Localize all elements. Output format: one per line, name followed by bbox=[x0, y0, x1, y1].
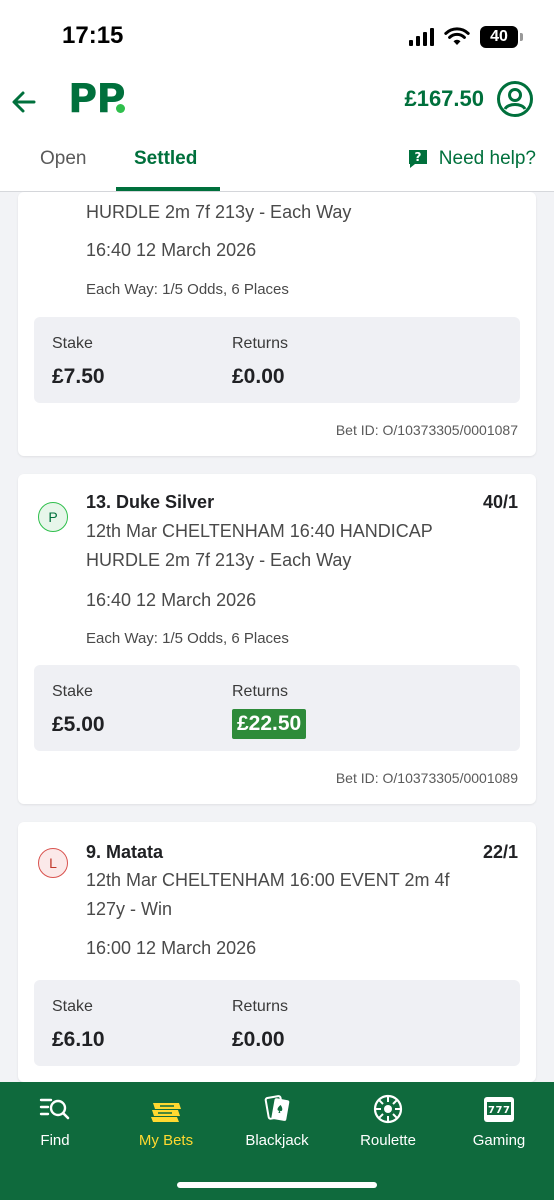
bet-card[interactable]: HURDLE 2m 7f 213y - Each Way 16:40 12 Ma… bbox=[18, 192, 536, 456]
nav-roulette-label: Roulette bbox=[360, 1132, 416, 1149]
nav-gaming[interactable]: 7 7 7 Gaming bbox=[444, 1094, 554, 1149]
nav-my-bets[interactable]: My Bets bbox=[111, 1094, 221, 1149]
event-time: 16:40 12 March 2026 bbox=[86, 240, 257, 260]
nav-blackjack[interactable]: Blackjack bbox=[222, 1094, 332, 1149]
status-time: 17:15 bbox=[62, 22, 124, 49]
stake-value: £7.50 bbox=[52, 365, 105, 388]
bet-summary: Stake £6.10 Returns £0.00 bbox=[34, 980, 520, 1066]
returns-label: Returns bbox=[232, 998, 289, 1015]
returns-label: Returns bbox=[232, 683, 289, 700]
nav-find[interactable]: Find bbox=[0, 1094, 110, 1149]
nav-my-bets-label: My Bets bbox=[138, 1132, 194, 1149]
returns-value-winning: £22.50 bbox=[232, 709, 307, 739]
bet-id: Bet ID: O/10373305/0001089 bbox=[335, 770, 518, 786]
each-way-terms: Each Way: 1/5 Odds, 6 Places bbox=[86, 630, 289, 647]
svg-text:7: 7 bbox=[503, 1105, 510, 1116]
nav-gaming-label: Gaming bbox=[472, 1132, 526, 1149]
svg-text:7: 7 bbox=[496, 1105, 503, 1116]
battery-icon: 40 bbox=[480, 26, 523, 48]
bet-market-line-2: 127y - Win bbox=[86, 899, 173, 919]
lost-badge: L bbox=[38, 848, 68, 878]
stake-label: Stake bbox=[52, 998, 93, 1015]
app-header: PP £167.50 bbox=[0, 72, 554, 132]
nav-blackjack-label: Blackjack bbox=[245, 1132, 309, 1149]
nav-roulette[interactable]: Roulette bbox=[333, 1094, 443, 1149]
bet-card[interactable]: P 13. Duke Silver 40/1 12th Mar CHELTENH… bbox=[18, 474, 536, 804]
bet-slips-icon bbox=[151, 1103, 181, 1122]
status-icons: 40 bbox=[409, 24, 523, 50]
tab-open[interactable]: Open bbox=[40, 148, 86, 170]
bet-id: Bet ID: O/10373305/0001087 bbox=[335, 422, 518, 438]
active-tab-indicator bbox=[116, 187, 220, 191]
home-indicator[interactable] bbox=[177, 1182, 377, 1188]
account-balance[interactable]: £167.50 bbox=[404, 86, 484, 112]
bet-market-line-2: HURDLE 2m 7f 213y - Each Way bbox=[86, 550, 352, 570]
bet-market: HURDLE 2m 7f 213y - Each Way bbox=[86, 202, 352, 222]
bet-market-line-1: 12th Mar CHELTENHAM 16:00 EVENT 2m 4f bbox=[86, 870, 450, 890]
event-time: 16:00 12 March 2026 bbox=[86, 938, 257, 958]
search-list-icon bbox=[39, 1098, 70, 1120]
slot-machine-icon: 7 7 7 bbox=[484, 1097, 514, 1122]
cellular-signal-icon bbox=[409, 28, 434, 46]
svg-text:7: 7 bbox=[488, 1105, 495, 1116]
each-way-terms: Each Way: 1/5 Odds, 6 Places bbox=[86, 281, 289, 298]
status-bar: 17:15 40 bbox=[0, 0, 554, 72]
stake-value: £6.10 bbox=[52, 1028, 105, 1051]
bet-selection: 9. Matata bbox=[86, 842, 164, 862]
placed-badge: P bbox=[38, 502, 68, 532]
bet-tabs: Open Settled ? Need help? bbox=[0, 132, 554, 192]
playing-cards-icon bbox=[264, 1095, 290, 1121]
stake-value: £5.00 bbox=[52, 713, 105, 736]
logo-dot bbox=[116, 104, 125, 113]
bet-market-line-1: 12th Mar CHELTENHAM 16:40 HANDICAP bbox=[86, 521, 433, 541]
account-icon[interactable] bbox=[496, 80, 534, 118]
need-help-link[interactable]: ? Need help? bbox=[407, 148, 536, 170]
bet-odds: 40/1 bbox=[482, 492, 518, 512]
paddy-power-logo[interactable]: PP bbox=[68, 76, 126, 122]
bet-odds: 22/1 bbox=[482, 842, 518, 862]
svg-text:?: ? bbox=[414, 150, 421, 164]
help-chat-icon: ? bbox=[408, 150, 427, 168]
stake-label: Stake bbox=[52, 683, 93, 700]
bet-summary: Stake £7.50 Returns £0.00 bbox=[34, 317, 520, 403]
returns-value: £0.00 bbox=[232, 365, 285, 388]
bet-card[interactable]: L 9. Matata 22/1 12th Mar CHELTENHAM 16:… bbox=[18, 822, 536, 1082]
need-help-label: Need help? bbox=[438, 148, 536, 169]
stake-label: Stake bbox=[52, 335, 93, 352]
wifi-icon bbox=[444, 27, 470, 45]
returns-label: Returns bbox=[232, 335, 289, 352]
event-time: 16:40 12 March 2026 bbox=[86, 590, 257, 610]
nav-find-label: Find bbox=[40, 1132, 70, 1149]
bet-selection: 13. Duke Silver bbox=[86, 492, 215, 512]
back-arrow-icon[interactable] bbox=[8, 86, 40, 118]
tab-settled[interactable]: Settled bbox=[134, 148, 197, 170]
returns-value: £0.00 bbox=[232, 1028, 285, 1051]
roulette-wheel-icon bbox=[373, 1094, 403, 1124]
bet-summary: Stake £5.00 Returns £22.50 bbox=[34, 665, 520, 751]
